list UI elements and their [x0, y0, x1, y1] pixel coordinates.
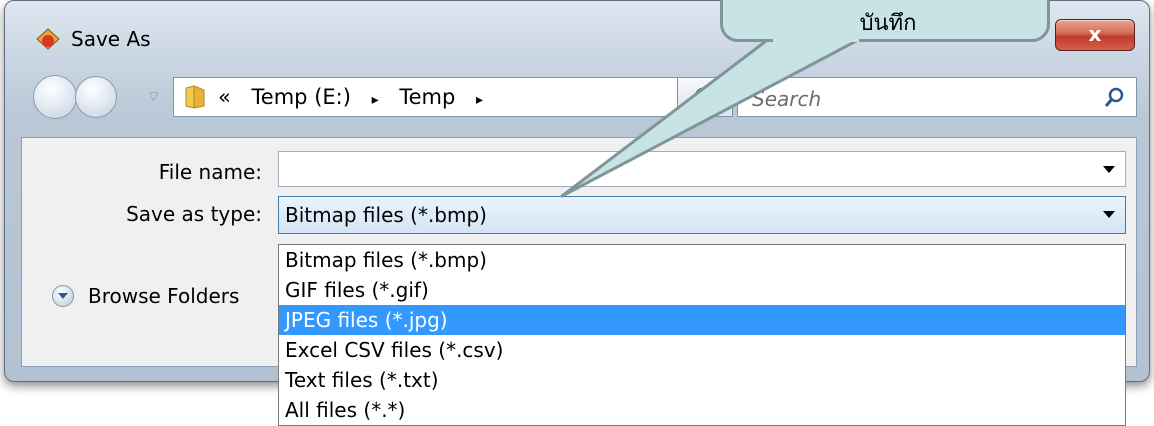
close-button[interactable]: x	[1055, 19, 1135, 51]
refresh-button[interactable]	[677, 77, 733, 117]
type-option-gif[interactable]: GIF files (*.gif)	[279, 275, 1125, 305]
save-type-dropdown-icon[interactable]	[1103, 211, 1115, 218]
browse-folders-button[interactable]: Browse Folders	[52, 284, 239, 308]
callout-balloon: บันทึก	[720, 0, 1050, 42]
breadcrumb-separator-icon[interactable]: ▸	[372, 92, 379, 108]
type-option-csv[interactable]: Excel CSV files (*.csv)	[279, 335, 1125, 365]
breadcrumb-item-temp-folder[interactable]: Temp	[399, 85, 455, 109]
save-type-dropdown-list: Bitmap files (*.bmp) GIF files (*.gif) J…	[278, 244, 1126, 426]
expand-chevron-icon	[52, 285, 74, 307]
save-type-label: Save as type:	[126, 202, 262, 226]
search-placeholder: Search	[752, 87, 822, 111]
search-input[interactable]: Search	[737, 77, 1137, 117]
type-option-all[interactable]: All files (*.*)	[279, 395, 1125, 425]
window-title: Save As	[71, 27, 151, 51]
file-name-dropdown-icon[interactable]	[1103, 166, 1115, 173]
file-name-label: File name:	[158, 160, 262, 184]
folder-icon	[185, 85, 205, 109]
breadcrumb-overflow[interactable]: «	[218, 85, 231, 109]
recent-pages-dropdown-icon[interactable]: ▽	[149, 89, 158, 103]
refresh-icon	[694, 87, 713, 107]
save-type-value: Bitmap files (*.bmp)	[285, 203, 487, 227]
search-icon[interactable]	[1102, 86, 1126, 110]
browse-folders-label: Browse Folders	[88, 284, 240, 308]
back-arrow-icon[interactable]	[33, 75, 77, 119]
breadcrumb: « Temp (E:) ▸ Temp ▸	[218, 85, 497, 109]
save-as-app-icon	[36, 28, 60, 50]
file-name-field[interactable]	[278, 151, 1126, 187]
callout-seam	[773, 34, 859, 42]
type-option-txt[interactable]: Text files (*.txt)	[279, 365, 1125, 395]
forward-arrow-icon[interactable]	[75, 76, 117, 118]
breadcrumb-item-temp-drive[interactable]: Temp (E:)	[252, 85, 351, 109]
save-type-select[interactable]: Bitmap files (*.bmp)	[278, 196, 1126, 234]
type-option-jpg[interactable]: JPEG files (*.jpg)	[279, 305, 1125, 335]
type-option-bmp[interactable]: Bitmap files (*.bmp)	[279, 245, 1125, 275]
address-bar[interactable]: « Temp (E:) ▸ Temp ▸ ▼	[173, 77, 715, 117]
breadcrumb-separator-icon[interactable]: ▸	[476, 92, 483, 108]
